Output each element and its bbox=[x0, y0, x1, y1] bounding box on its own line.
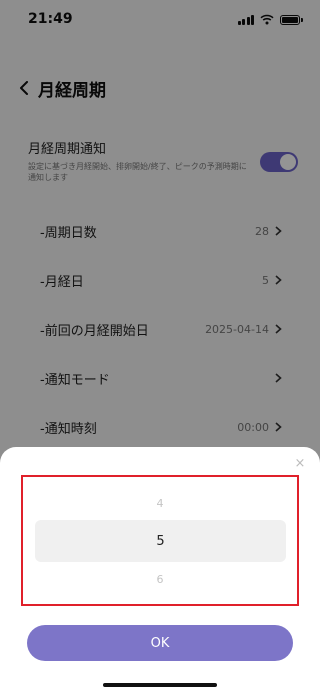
ok-button[interactable]: OK bbox=[27, 625, 293, 661]
picker-sheet: × 4 5 6 OK bbox=[0, 447, 320, 693]
picker-option-next[interactable]: 6 bbox=[23, 573, 297, 586]
picker-option-prev[interactable]: 4 bbox=[23, 497, 297, 510]
home-indicator bbox=[103, 683, 217, 687]
picker-option-selected[interactable]: 5 bbox=[35, 520, 286, 562]
close-icon[interactable]: × bbox=[294, 457, 306, 470]
number-picker[interactable]: 4 5 6 bbox=[21, 475, 299, 606]
